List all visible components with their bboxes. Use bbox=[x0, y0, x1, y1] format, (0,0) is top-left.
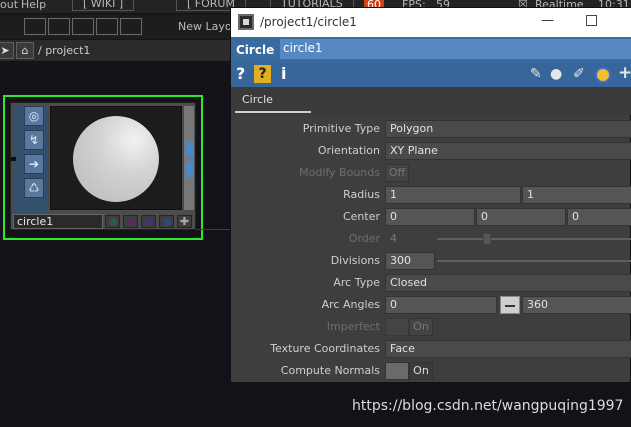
menu-item-out[interactable]: out bbox=[0, 0, 18, 11]
divisions-slider-track[interactable] bbox=[437, 260, 631, 262]
center-z-field[interactable]: 0 bbox=[567, 208, 631, 226]
param-row-modify-bounds: Modify Bounds Off bbox=[231, 163, 631, 183]
param-row-texture-coordinates: Texture Coordinates Face bbox=[231, 339, 631, 359]
param-row-primitive-type: Primitive Type Polygon bbox=[231, 119, 631, 139]
node-render-icon[interactable]: ♺ bbox=[24, 178, 44, 198]
operator-name-field[interactable]: circle1 bbox=[280, 39, 631, 59]
window-title: /project1/circle1 bbox=[260, 15, 357, 29]
tab-underline bbox=[235, 111, 311, 113]
param-row-arc-type: Arc Type Closed bbox=[231, 273, 631, 293]
circle-node[interactable]: ◎ ↯ ➔ ♺ circle1 ✚ bbox=[10, 102, 196, 230]
menu-item-help[interactable]: Help bbox=[21, 0, 46, 11]
info-icon[interactable]: i bbox=[281, 64, 286, 83]
center-y-field[interactable]: 0 bbox=[476, 208, 566, 226]
node-output-connector[interactable] bbox=[185, 141, 194, 157]
network-path[interactable]: / project1 bbox=[38, 44, 90, 57]
window-titlebar[interactable]: /project1/circle1 — bbox=[231, 8, 631, 37]
orientation-menu[interactable]: XY Plane bbox=[385, 142, 631, 160]
layout-three-icon[interactable] bbox=[96, 18, 118, 35]
param-row-arc-angles: Arc Angles 0 360 bbox=[231, 295, 631, 315]
divisions-field[interactable]: 300 bbox=[385, 252, 435, 270]
node-output-bar bbox=[184, 106, 194, 210]
param-label: Compute Normals bbox=[280, 364, 380, 377]
param-row-divisions: Divisions 300 bbox=[231, 251, 631, 271]
new-layout-label[interactable]: New Layo bbox=[178, 20, 232, 33]
node-flag-display[interactable]: ✚ bbox=[177, 215, 192, 228]
python-help-icon[interactable]: ? bbox=[254, 65, 271, 83]
radius-x-field[interactable]: 1 bbox=[385, 186, 521, 204]
parameter-page-tabs: Circle bbox=[231, 87, 631, 115]
param-row-center: Center 0 0 0 bbox=[231, 207, 631, 227]
operator-header: Circle circle1 bbox=[231, 37, 631, 62]
modify-bounds-toggle[interactable]: Off bbox=[385, 164, 409, 182]
order-slider-track[interactable] bbox=[437, 238, 631, 240]
node-display-icon[interactable]: ➔ bbox=[24, 154, 44, 174]
node-flag-lock[interactable] bbox=[105, 215, 120, 228]
imperfect-toggle-off[interactable] bbox=[385, 318, 409, 336]
compute-normals-toggle-off[interactable] bbox=[385, 362, 409, 380]
node-bypass-icon[interactable]: ↯ bbox=[24, 130, 44, 150]
layout-split-h-icon[interactable] bbox=[72, 18, 94, 35]
wiki-button[interactable]: [ WIKI ] bbox=[72, 0, 135, 11]
param-label: Modify Bounds bbox=[299, 166, 380, 179]
arc-angles-end-field[interactable]: 360 bbox=[522, 296, 631, 314]
minimize-icon[interactable]: — bbox=[541, 13, 554, 28]
layout-split-v-icon[interactable] bbox=[48, 18, 70, 35]
tab-circle[interactable]: Circle bbox=[242, 93, 273, 106]
primitive-type-menu[interactable]: Polygon bbox=[385, 120, 631, 138]
node-input-connector[interactable] bbox=[11, 157, 16, 161]
param-label: Orientation bbox=[317, 144, 380, 157]
pointer-icon[interactable]: ➤ bbox=[0, 42, 14, 59]
operator-toolbar: ? ? i ✎ ● ✐ + bbox=[231, 62, 631, 87]
help-icon[interactable]: ? bbox=[236, 64, 245, 83]
circle-preview bbox=[73, 116, 159, 202]
param-label: Arc Angles bbox=[321, 298, 380, 311]
node-flag-template[interactable] bbox=[141, 215, 156, 228]
operator-type: Circle bbox=[236, 43, 275, 57]
texture-coordinates-menu[interactable]: Face bbox=[385, 340, 631, 358]
node-viewer-icon[interactable]: ◎ bbox=[24, 106, 44, 126]
param-label: Order bbox=[348, 232, 380, 245]
arc-type-menu[interactable]: Closed bbox=[385, 274, 631, 292]
compute-normals-toggle-on[interactable]: On bbox=[409, 362, 433, 380]
param-label: Texture Coordinates bbox=[270, 342, 380, 355]
param-label: Divisions bbox=[330, 254, 380, 267]
param-row-radius: Radius 1 1 bbox=[231, 185, 631, 205]
param-row-compute-normals: Compute Normals On bbox=[231, 361, 631, 381]
clipboard-icon[interactable]: ✐ bbox=[573, 66, 585, 82]
layout-quad-icon[interactable] bbox=[120, 18, 142, 35]
order-field[interactable]: 4 bbox=[385, 230, 435, 248]
arc-angles-start-field[interactable]: 0 bbox=[385, 296, 497, 314]
param-label: Arc Type bbox=[333, 276, 380, 289]
app-icon bbox=[238, 14, 254, 30]
node-name-label[interactable]: circle1 bbox=[13, 214, 103, 229]
node-viewer[interactable] bbox=[50, 106, 182, 210]
param-row-imperfect: Imperfect On bbox=[231, 317, 631, 337]
param-row-orientation: Orientation XY Plane bbox=[231, 141, 631, 161]
edit-icon[interactable]: ✎ bbox=[530, 66, 542, 82]
order-slider-handle[interactable] bbox=[483, 233, 491, 245]
node-output-connector-2[interactable] bbox=[185, 161, 194, 177]
node-flag-bypass[interactable] bbox=[123, 215, 138, 228]
center-x-field[interactable]: 0 bbox=[385, 208, 475, 226]
param-label: Center bbox=[342, 210, 380, 223]
home-icon[interactable]: ⌂ bbox=[16, 42, 34, 59]
parameter-window: /project1/circle1 — Circle circle1 ? ? i… bbox=[230, 7, 631, 383]
imperfect-toggle-on[interactable]: On bbox=[409, 318, 433, 336]
param-label: Imperfect bbox=[326, 320, 380, 333]
param-row-order: Order 4 bbox=[231, 229, 631, 249]
node-flag-render[interactable] bbox=[159, 215, 174, 228]
python-icon[interactable] bbox=[595, 67, 611, 83]
watermark-text: https://blog.csdn.net/wangpuqing1997 bbox=[352, 398, 624, 414]
add-icon[interactable]: + bbox=[618, 63, 631, 83]
param-label: Radius bbox=[343, 188, 380, 201]
radius-y-field[interactable]: 1 bbox=[522, 186, 631, 204]
comment-icon[interactable]: ● bbox=[550, 66, 562, 82]
maximize-icon[interactable] bbox=[586, 15, 597, 26]
param-label: Primitive Type bbox=[302, 122, 380, 135]
arc-angles-range-button[interactable] bbox=[500, 296, 520, 314]
layout-single-icon[interactable] bbox=[24, 18, 46, 35]
